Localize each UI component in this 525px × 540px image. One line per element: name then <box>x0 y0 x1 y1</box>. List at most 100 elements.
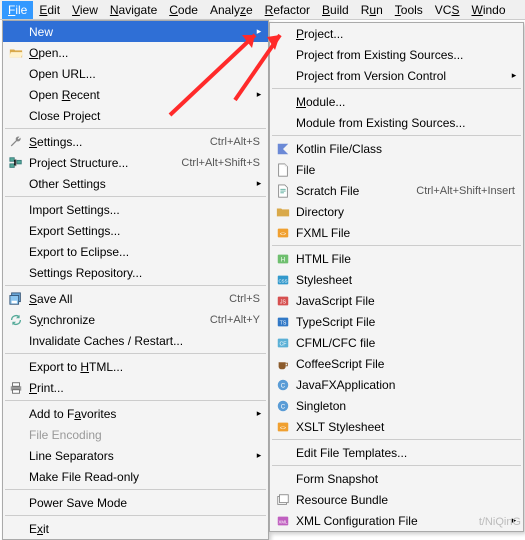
new-coffee[interactable]: CoffeeScript File <box>270 353 523 374</box>
blank-icon <box>7 265 25 281</box>
menu-line-separators[interactable]: Line Separators ▸ <box>3 445 268 466</box>
new-javafx[interactable]: C JavaFXApplication <box>270 374 523 395</box>
menu-open[interactable]: Open... <box>3 42 268 63</box>
new-ts[interactable]: TS TypeScript File <box>270 311 523 332</box>
menubar-item-window[interactable]: Windo <box>465 1 511 19</box>
new-project[interactable]: Project... <box>270 23 523 44</box>
menu-open-url[interactable]: Open URL... <box>3 63 268 84</box>
separator <box>5 353 266 354</box>
new-scratch[interactable]: Scratch File Ctrl+Alt+Shift+Insert <box>270 180 523 201</box>
menu-other-settings[interactable]: Other Settings ▸ <box>3 173 268 194</box>
blank-icon <box>7 108 25 124</box>
menu-print[interactable]: Print... <box>3 377 268 398</box>
menubar-item-view[interactable]: View <box>66 1 104 19</box>
menu-power-save[interactable]: Power Save Mode <box>3 492 268 513</box>
menubar-item-refactor[interactable]: Refactor <box>259 1 316 19</box>
menu-close-project[interactable]: Close Project <box>3 105 268 126</box>
menubar: File Edit View Navigate Code Analyze Ref… <box>0 0 525 20</box>
blank-icon <box>274 26 292 42</box>
separator <box>272 439 521 440</box>
svg-text:C: C <box>281 403 286 410</box>
menubar-item-edit[interactable]: Edit <box>33 1 66 19</box>
separator <box>5 196 266 197</box>
javafx-icon: C <box>274 377 292 393</box>
html-icon: H <box>274 251 292 267</box>
new-resource-bundle[interactable]: Resource Bundle <box>270 489 523 510</box>
css-icon: CSS <box>274 272 292 288</box>
menubar-item-navigate[interactable]: Navigate <box>104 1 163 19</box>
menubar-item-build[interactable]: Build <box>316 1 355 19</box>
svg-text:H: H <box>281 256 285 263</box>
fxml-icon: <> <box>274 225 292 241</box>
blank-icon <box>7 87 25 103</box>
blank-icon <box>7 469 25 485</box>
structure-icon <box>7 155 25 171</box>
blank-icon <box>7 176 25 192</box>
menu-import-settings[interactable]: Import Settings... <box>3 199 268 220</box>
submenu-arrow-icon: ▸ <box>254 408 264 419</box>
file-menu: New ▸ Open... Open URL... Open Recent ▸ … <box>2 20 269 540</box>
menu-export-settings[interactable]: Export Settings... <box>3 220 268 241</box>
blank-icon <box>7 359 25 375</box>
new-edit-templates[interactable]: Edit File Templates... <box>270 442 523 463</box>
new-project-vcs[interactable]: Project from Version Control ▸ <box>270 65 523 86</box>
menu-save-all[interactable]: Save All Ctrl+S <box>3 288 268 309</box>
submenu-arrow-icon: ▸ <box>509 70 519 81</box>
menubar-item-tools[interactable]: Tools <box>389 1 429 19</box>
new-stylesheet[interactable]: CSS Stylesheet <box>270 269 523 290</box>
blank-icon <box>7 24 25 40</box>
new-singleton[interactable]: C Singleton <box>270 395 523 416</box>
menubar-item-vcs[interactable]: VCS <box>429 1 466 19</box>
refresh-icon <box>7 312 25 328</box>
menubar-item-run[interactable]: Run <box>355 1 389 19</box>
menu-settings[interactable]: Settings... Ctrl+Alt+S <box>3 131 268 152</box>
shortcut: Ctrl+S <box>229 293 264 305</box>
blank-icon <box>7 202 25 218</box>
blank-icon <box>7 66 25 82</box>
file-icon <box>274 162 292 178</box>
new-fxml[interactable]: <> FXML File <box>270 222 523 243</box>
menu-new[interactable]: New ▸ <box>3 21 268 42</box>
folder-open-icon <box>7 45 25 61</box>
new-html[interactable]: H HTML File <box>270 248 523 269</box>
new-cfml[interactable]: CF CFML/CFC file <box>270 332 523 353</box>
blank-icon <box>7 406 25 422</box>
bundle-icon <box>274 492 292 508</box>
new-file[interactable]: File <box>270 159 523 180</box>
menu-settings-repository[interactable]: Settings Repository... <box>3 262 268 283</box>
svg-text:JS: JS <box>280 299 287 305</box>
menubar-item-analyze[interactable]: Analyze <box>204 1 259 19</box>
menu-synchronize[interactable]: Synchronize Ctrl+Alt+Y <box>3 309 268 330</box>
shortcut: Ctrl+Alt+Shift+S <box>181 157 264 169</box>
menu-invalidate-caches[interactable]: Invalidate Caches / Restart... <box>3 330 268 351</box>
new-xslt[interactable]: <> XSLT Stylesheet <box>270 416 523 437</box>
submenu-arrow-icon: ▸ <box>254 26 264 37</box>
blank-icon <box>274 115 292 131</box>
new-js[interactable]: JS JavaScript File <box>270 290 523 311</box>
submenu-arrow-icon: ▸ <box>254 178 264 189</box>
new-directory[interactable]: Directory <box>270 201 523 222</box>
kotlin-icon <box>274 141 292 157</box>
new-module[interactable]: Module... <box>270 91 523 112</box>
menu-export-html[interactable]: Export to HTML... <box>3 356 268 377</box>
menubar-item-code[interactable]: Code <box>163 1 204 19</box>
menu-exit[interactable]: Exit <box>3 518 268 539</box>
cfml-icon: CF <box>274 335 292 351</box>
menu-export-eclipse[interactable]: Export to Eclipse... <box>3 241 268 262</box>
new-xml-config[interactable]: XML XML Configuration File ▸ <box>270 510 523 531</box>
new-module-existing[interactable]: Module from Existing Sources... <box>270 112 523 133</box>
blank-icon <box>274 471 292 487</box>
new-form-snapshot[interactable]: Form Snapshot <box>270 468 523 489</box>
save-all-icon <box>7 291 25 307</box>
svg-text:C: C <box>281 382 286 389</box>
menu-add-favorites[interactable]: Add to Favorites ▸ <box>3 403 268 424</box>
menu-open-recent[interactable]: Open Recent ▸ <box>3 84 268 105</box>
menubar-item-file[interactable]: File <box>2 1 33 19</box>
menu-project-structure[interactable]: Project Structure... Ctrl+Alt+Shift+S <box>3 152 268 173</box>
menu-read-only[interactable]: Make File Read-only <box>3 466 268 487</box>
new-project-existing[interactable]: Project from Existing Sources... <box>270 44 523 65</box>
separator <box>5 285 266 286</box>
blank-icon <box>7 521 25 537</box>
svg-text:<>: <> <box>280 425 286 431</box>
new-kotlin[interactable]: Kotlin File/Class <box>270 138 523 159</box>
